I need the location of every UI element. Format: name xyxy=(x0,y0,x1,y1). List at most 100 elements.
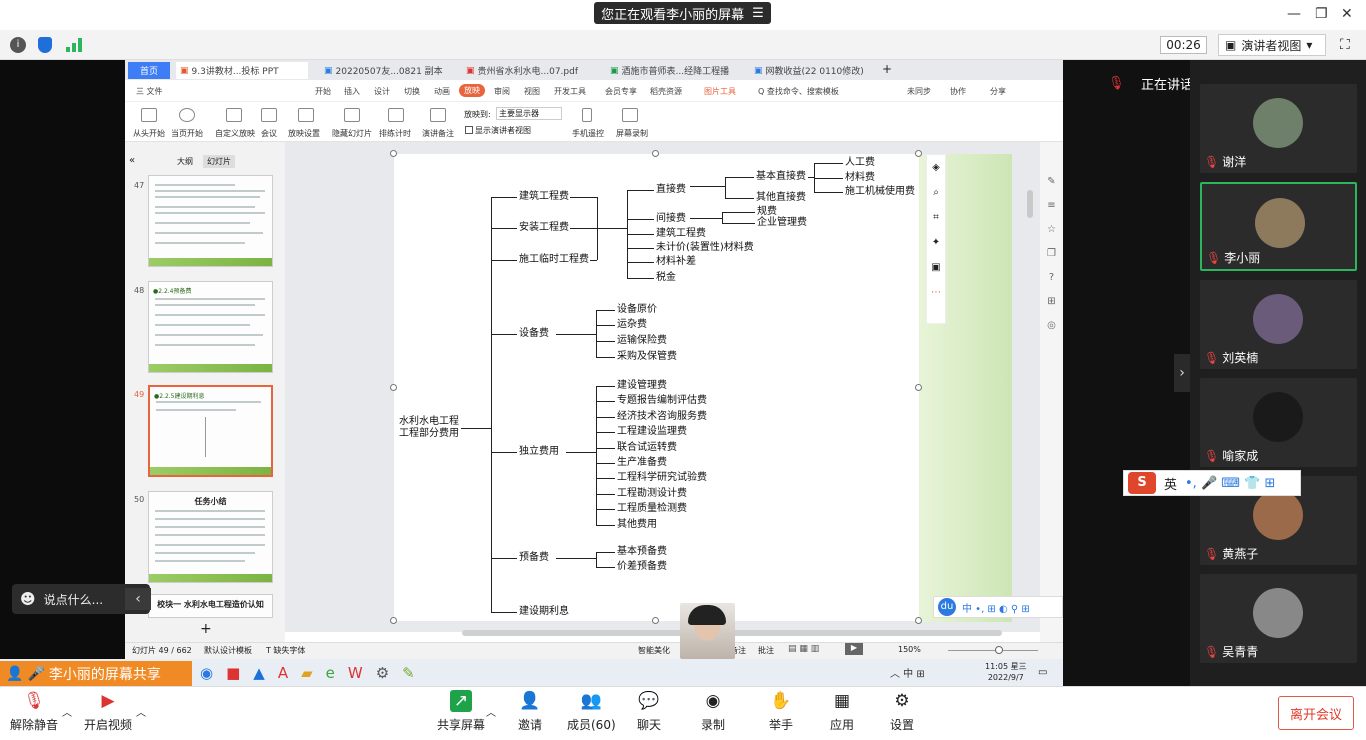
acrobat-icon[interactable]: A xyxy=(278,664,288,682)
ime-language[interactable]: 英 xyxy=(1164,474,1177,493)
resize-handle[interactable] xyxy=(652,150,659,157)
format-icon[interactable]: ⊞ xyxy=(1040,290,1063,314)
image-icon[interactable]: ▣ xyxy=(927,255,945,280)
du-icon[interactable]: du xyxy=(938,598,956,616)
signal-icon[interactable] xyxy=(66,38,82,52)
presenter-view-select[interactable]: ▣ 演讲者视图 ▾ xyxy=(1218,34,1326,56)
emoji-icon[interactable]: ☻ xyxy=(20,590,36,608)
members-button[interactable]: 👥 成员(60) xyxy=(567,690,616,733)
chevron-up-icon[interactable]: ︿ xyxy=(62,704,72,719)
sliders-icon[interactable]: ≡ xyxy=(1040,194,1063,218)
slide-thumbnail[interactable]: 任务小结 xyxy=(148,491,273,583)
btn-show-settings[interactable]: 放映设置 xyxy=(288,128,320,139)
resize-handle[interactable] xyxy=(652,617,659,624)
copy-icon[interactable]: ❐ xyxy=(1040,242,1063,266)
slide-thumbnail-active[interactable]: ●2.2.5建设期利息 xyxy=(148,385,273,477)
video-button[interactable]: ▶ 开启视频 xyxy=(84,690,132,733)
raise-hand-button[interactable]: ✋ 举手 xyxy=(769,690,793,733)
menu-insert[interactable]: 插入 xyxy=(344,86,360,97)
vertical-scrollbar[interactable] xyxy=(1027,190,1033,218)
btn-phone-remote[interactable]: 手机遥控 xyxy=(572,128,604,139)
paint-icon[interactable]: ✎ xyxy=(402,664,415,682)
more-icon[interactable]: ⋯ xyxy=(927,280,945,305)
resize-handle[interactable] xyxy=(915,617,922,624)
location-icon[interactable]: ◎ xyxy=(1040,314,1063,338)
slide-thumbnail[interactable] xyxy=(148,175,273,267)
participant-card[interactable]: 🎙 喻家成 xyxy=(1200,378,1357,467)
ime-icons[interactable]: 中 •, ⊞ ◐ ⚲ ⊞ xyxy=(962,600,1030,615)
tab-doc2[interactable]: ▣ 网教收益(22 0110修改) xyxy=(750,62,880,79)
add-slide-icon[interactable]: + xyxy=(200,621,212,637)
tab-xls[interactable]: ▣ 酒施市普师表...经降工程播 xyxy=(606,62,746,79)
menu-slideshow[interactable]: 放映 xyxy=(459,84,485,97)
help-icon[interactable]: ? xyxy=(1040,266,1063,290)
menu-share[interactable]: 分享 xyxy=(990,86,1006,97)
resize-handle[interactable] xyxy=(390,384,397,391)
missing-font[interactable]: T 缺失字体 xyxy=(266,645,305,656)
share-screen-button[interactable]: ↗ 共享屏幕 xyxy=(437,690,485,733)
slide-thumbnail[interactable]: ●2.2.4预备费 xyxy=(148,281,273,373)
tray-icons[interactable]: ︿ 中 ⊞ xyxy=(890,665,925,680)
btn-screen-record[interactable]: 屏幕录制 xyxy=(616,128,648,139)
star-icon[interactable]: ☆ xyxy=(1040,218,1063,242)
menu-icon[interactable]: ☰ xyxy=(752,6,764,21)
chevron-up-icon[interactable]: ︿ xyxy=(136,704,146,719)
expand-panel-icon[interactable]: › xyxy=(1174,354,1190,392)
fullscreen-icon[interactable]: ⛶ xyxy=(1340,37,1350,53)
close-icon[interactable]: ✕ xyxy=(1341,6,1353,22)
monitor-select[interactable]: 主要显示器 xyxy=(496,107,562,120)
resize-handle[interactable] xyxy=(915,150,922,157)
bulb-icon[interactable]: ✦ xyxy=(927,230,945,255)
btn-hide-slide[interactable]: 隐藏幻灯片 xyxy=(332,128,372,139)
command-search[interactable]: Q 查找命令、搜索模板 xyxy=(758,86,839,97)
info-icon[interactable]: i xyxy=(10,37,26,53)
participant-card[interactable]: 🎙 吴青青 xyxy=(1200,574,1357,663)
menu-daoke[interactable]: 稻壳资源 xyxy=(650,86,682,97)
smart-beautify[interactable]: 智能美化 xyxy=(638,645,670,656)
tab-pdf[interactable]: ▣ 贵州省水利水电...07.pdf xyxy=(462,62,602,79)
ime-tools-icons[interactable]: •, 🎤 ⌨ 👕 ⊞ xyxy=(1185,476,1275,491)
view-normal-icon[interactable]: ▤ ▦ ▥ xyxy=(788,644,819,654)
layers-icon[interactable]: ◈ xyxy=(927,155,945,180)
menu-start[interactable]: 开始 xyxy=(315,86,331,97)
presenter-checkbox[interactable] xyxy=(465,126,473,134)
sync-status[interactable]: 未同步 xyxy=(907,86,931,97)
btn-speaker-notes[interactable]: 演讲备注 xyxy=(422,128,454,139)
btn-from-start[interactable]: 从头开始 xyxy=(133,128,165,139)
folder-icon[interactable]: ▰ xyxy=(301,664,313,682)
tab-ppt[interactable]: ▣ 9.3讲教材...投标 PPT xyxy=(176,62,308,79)
collapse-panel-icon[interactable]: « xyxy=(129,155,135,166)
resize-handle[interactable] xyxy=(390,617,397,624)
menu-review[interactable]: 审阅 xyxy=(494,86,510,97)
menu-animation[interactable]: 动画 xyxy=(434,86,450,97)
meeting-app-icon[interactable]: ▲ xyxy=(253,664,265,682)
crop-icon[interactable]: ⌗ xyxy=(927,205,945,230)
participant-card[interactable]: 🎙 谢洋 xyxy=(1200,84,1357,173)
menu-file[interactable]: 三 文件 xyxy=(136,86,163,97)
record-button[interactable]: ◉ 录制 xyxy=(701,690,725,733)
menu-view[interactable]: 视图 xyxy=(524,86,540,97)
shield-icon[interactable] xyxy=(38,37,52,53)
btn-meeting[interactable]: 会议 xyxy=(261,128,277,139)
minimize-icon[interactable]: — xyxy=(1287,6,1301,22)
tab-doc1[interactable]: ▣ 20220507友...0821 副本 xyxy=(320,62,455,79)
menu-design[interactable]: 设计 xyxy=(374,86,390,97)
restore-icon[interactable]: ❐ xyxy=(1315,6,1328,22)
chat-button[interactable]: 💬 聊天 xyxy=(637,690,661,733)
edge-icon[interactable]: e xyxy=(326,664,335,682)
zoom-icon[interactable]: ⌕ xyxy=(927,180,945,205)
resize-handle[interactable] xyxy=(390,150,397,157)
comment-button[interactable]: 批注 xyxy=(758,645,774,656)
slide-thumbnail[interactable]: 校块一 水利水电工程造价认知 xyxy=(148,594,273,618)
notification-icon[interactable]: ▭ xyxy=(1038,667,1047,678)
zoom-slider-thumb[interactable] xyxy=(995,646,1003,654)
settings-button[interactable]: ⚙ 设置 xyxy=(890,690,914,733)
menu-picture-tools[interactable]: 图片工具 xyxy=(704,86,736,97)
menu-transition[interactable]: 切换 xyxy=(404,86,420,97)
gear-icon[interactable]: ⚙ xyxy=(376,664,389,682)
apps-button[interactable]: ▦ 应用 xyxy=(830,690,854,733)
tab-home[interactable]: 首页 xyxy=(128,62,170,79)
add-tab-icon[interactable]: + xyxy=(882,62,892,76)
btn-current[interactable]: 当页开始 xyxy=(171,128,203,139)
zoom-slider[interactable] xyxy=(948,650,1038,651)
